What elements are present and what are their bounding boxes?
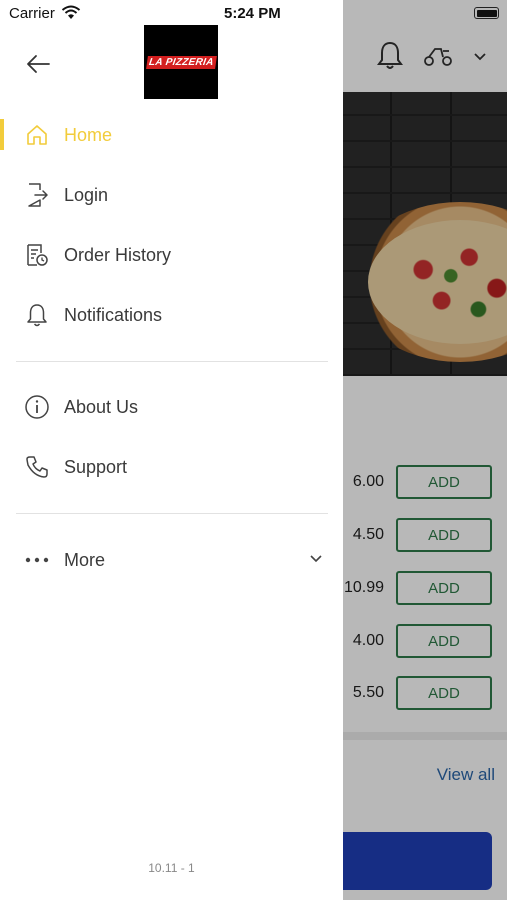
menu-item-support[interactable]: Support [0,442,343,492]
phone-icon [24,454,50,480]
menu-divider [16,513,328,514]
logo-wordmark: LA PIZZERIA [145,55,217,69]
more-dots-icon [24,547,50,573]
brand-logo: LA PIZZERIA [144,25,218,99]
battery-icon [474,7,499,19]
menu-item-login[interactable]: Login [0,170,343,220]
side-drawer: LA PIZZERIA Home Login Order History Not… [0,0,343,900]
menu-item-label: Login [64,184,109,205]
back-button[interactable] [22,48,54,80]
carrier-label: Carrier [9,5,55,22]
menu-item-more[interactable]: More [0,535,343,585]
menu-item-about-us[interactable]: About Us [0,382,343,432]
menu-item-label: Notifications [64,304,163,325]
chevron-down-icon [309,551,323,569]
arrow-left-icon [27,55,50,73]
menu-divider [16,361,328,362]
menu-item-home[interactable]: Home [0,110,343,160]
info-icon [24,394,50,420]
bell-icon [24,302,50,328]
menu-item-label: More [64,549,106,570]
wifi-icon [61,5,81,24]
menu-item-label: Order History [64,244,172,265]
menu-item-notifications[interactable]: Notifications [0,290,343,340]
login-icon [24,182,50,208]
menu-item-label: About Us [64,396,139,417]
home-icon [24,122,50,148]
status-bar: Carrier 5:24 PM [0,0,507,28]
order-history-icon [24,242,50,268]
app-version: 10.11 - 1 [148,861,195,875]
menu-item-label: Home [64,124,113,145]
menu-item-order-history[interactable]: Order History [0,230,343,280]
menu-item-label: Support [64,456,128,477]
status-time: 5:24 PM [224,5,281,22]
